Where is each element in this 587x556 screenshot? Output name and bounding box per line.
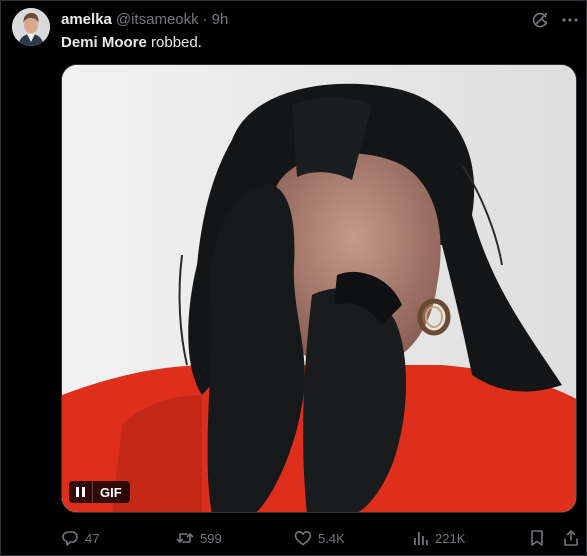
views-count: 221K [435, 530, 466, 546]
user-handle[interactable]: @itsameokk [116, 11, 199, 28]
reply-count: 47 [85, 530, 100, 546]
like-button[interactable]: 5.4K [294, 528, 345, 548]
avatar[interactable] [12, 8, 50, 46]
retweet-icon [176, 533, 194, 543]
display-name[interactable]: amelka [61, 11, 112, 28]
tweet-header: amelka @itsameokk · 9h [61, 9, 228, 29]
share-button[interactable] [562, 528, 580, 548]
tweet-text-bold: Demi Moore [61, 34, 147, 51]
retweet-count: 599 [200, 530, 222, 546]
grok-icon[interactable] [530, 10, 550, 30]
reply-icon [62, 531, 78, 546]
bookmark-icon [531, 530, 543, 546]
pause-icon[interactable] [69, 481, 93, 503]
gif-label: GIF [100, 484, 122, 500]
more-icon[interactable] [560, 10, 580, 30]
bookmark-button[interactable] [528, 528, 546, 548]
reply-button[interactable]: 47 [61, 528, 99, 548]
views-icon [414, 532, 428, 545]
heart-icon [294, 531, 312, 546]
tweet-timestamp[interactable]: 9h [212, 11, 229, 28]
tweet-card[interactable]: amelka @itsameokk · 9h Demi Moore robbed… [0, 0, 587, 556]
share-icon [564, 530, 578, 546]
gif-badge[interactable]: GIF [69, 481, 130, 503]
like-count: 5.4K [318, 530, 345, 546]
gif-media[interactable] [61, 64, 577, 513]
separator-dot: · [202, 10, 208, 28]
retweet-button[interactable]: 599 [176, 528, 222, 548]
views-button[interactable]: 221K [411, 528, 465, 548]
tweet-text-rest: robbed. [146, 34, 202, 51]
tweet-text: Demi Moore robbed. [61, 33, 202, 53]
